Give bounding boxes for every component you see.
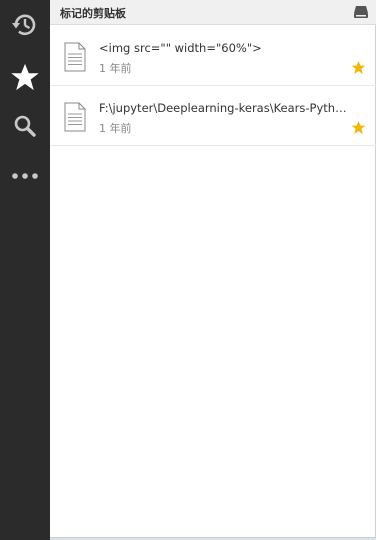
clip-text: <img src="" width="60%">: [99, 41, 262, 55]
clip-time: 1 年前: [99, 62, 132, 75]
history-icon: [12, 14, 36, 36]
clear-button[interactable]: [352, 4, 370, 20]
search-icon: [14, 115, 36, 137]
clip-time: 1 年前: [99, 122, 132, 135]
history-button[interactable]: [0, 3, 50, 47]
panel-header: 标记的剪贴板: [50, 0, 376, 25]
clip-text: F:\jupyter\Deeplearning-keras\Kears-Pyth…: [99, 101, 349, 115]
more-button[interactable]: [0, 154, 50, 198]
document-icon: [64, 102, 86, 132]
clip-item[interactable]: F:\jupyter\Deeplearning-keras\Kears-Pyth…: [50, 86, 376, 146]
panel-title: 标记的剪贴板: [60, 7, 126, 20]
tray-icon: [354, 6, 368, 18]
search-button[interactable]: [0, 104, 50, 148]
clip-item[interactable]: <img src="" width="60%"> 1 年前: [50, 26, 376, 86]
star-icon: [11, 63, 39, 91]
star-icon[interactable]: [351, 60, 366, 75]
sidebar: [0, 0, 50, 540]
document-icon: [64, 42, 86, 72]
clip-list-panel: 标记的剪贴板 <img src="" width="60%"> 1 年前 F:\…: [50, 0, 376, 540]
starred-button[interactable]: [0, 55, 50, 99]
star-icon[interactable]: [351, 120, 366, 135]
more-icon: [12, 173, 38, 179]
